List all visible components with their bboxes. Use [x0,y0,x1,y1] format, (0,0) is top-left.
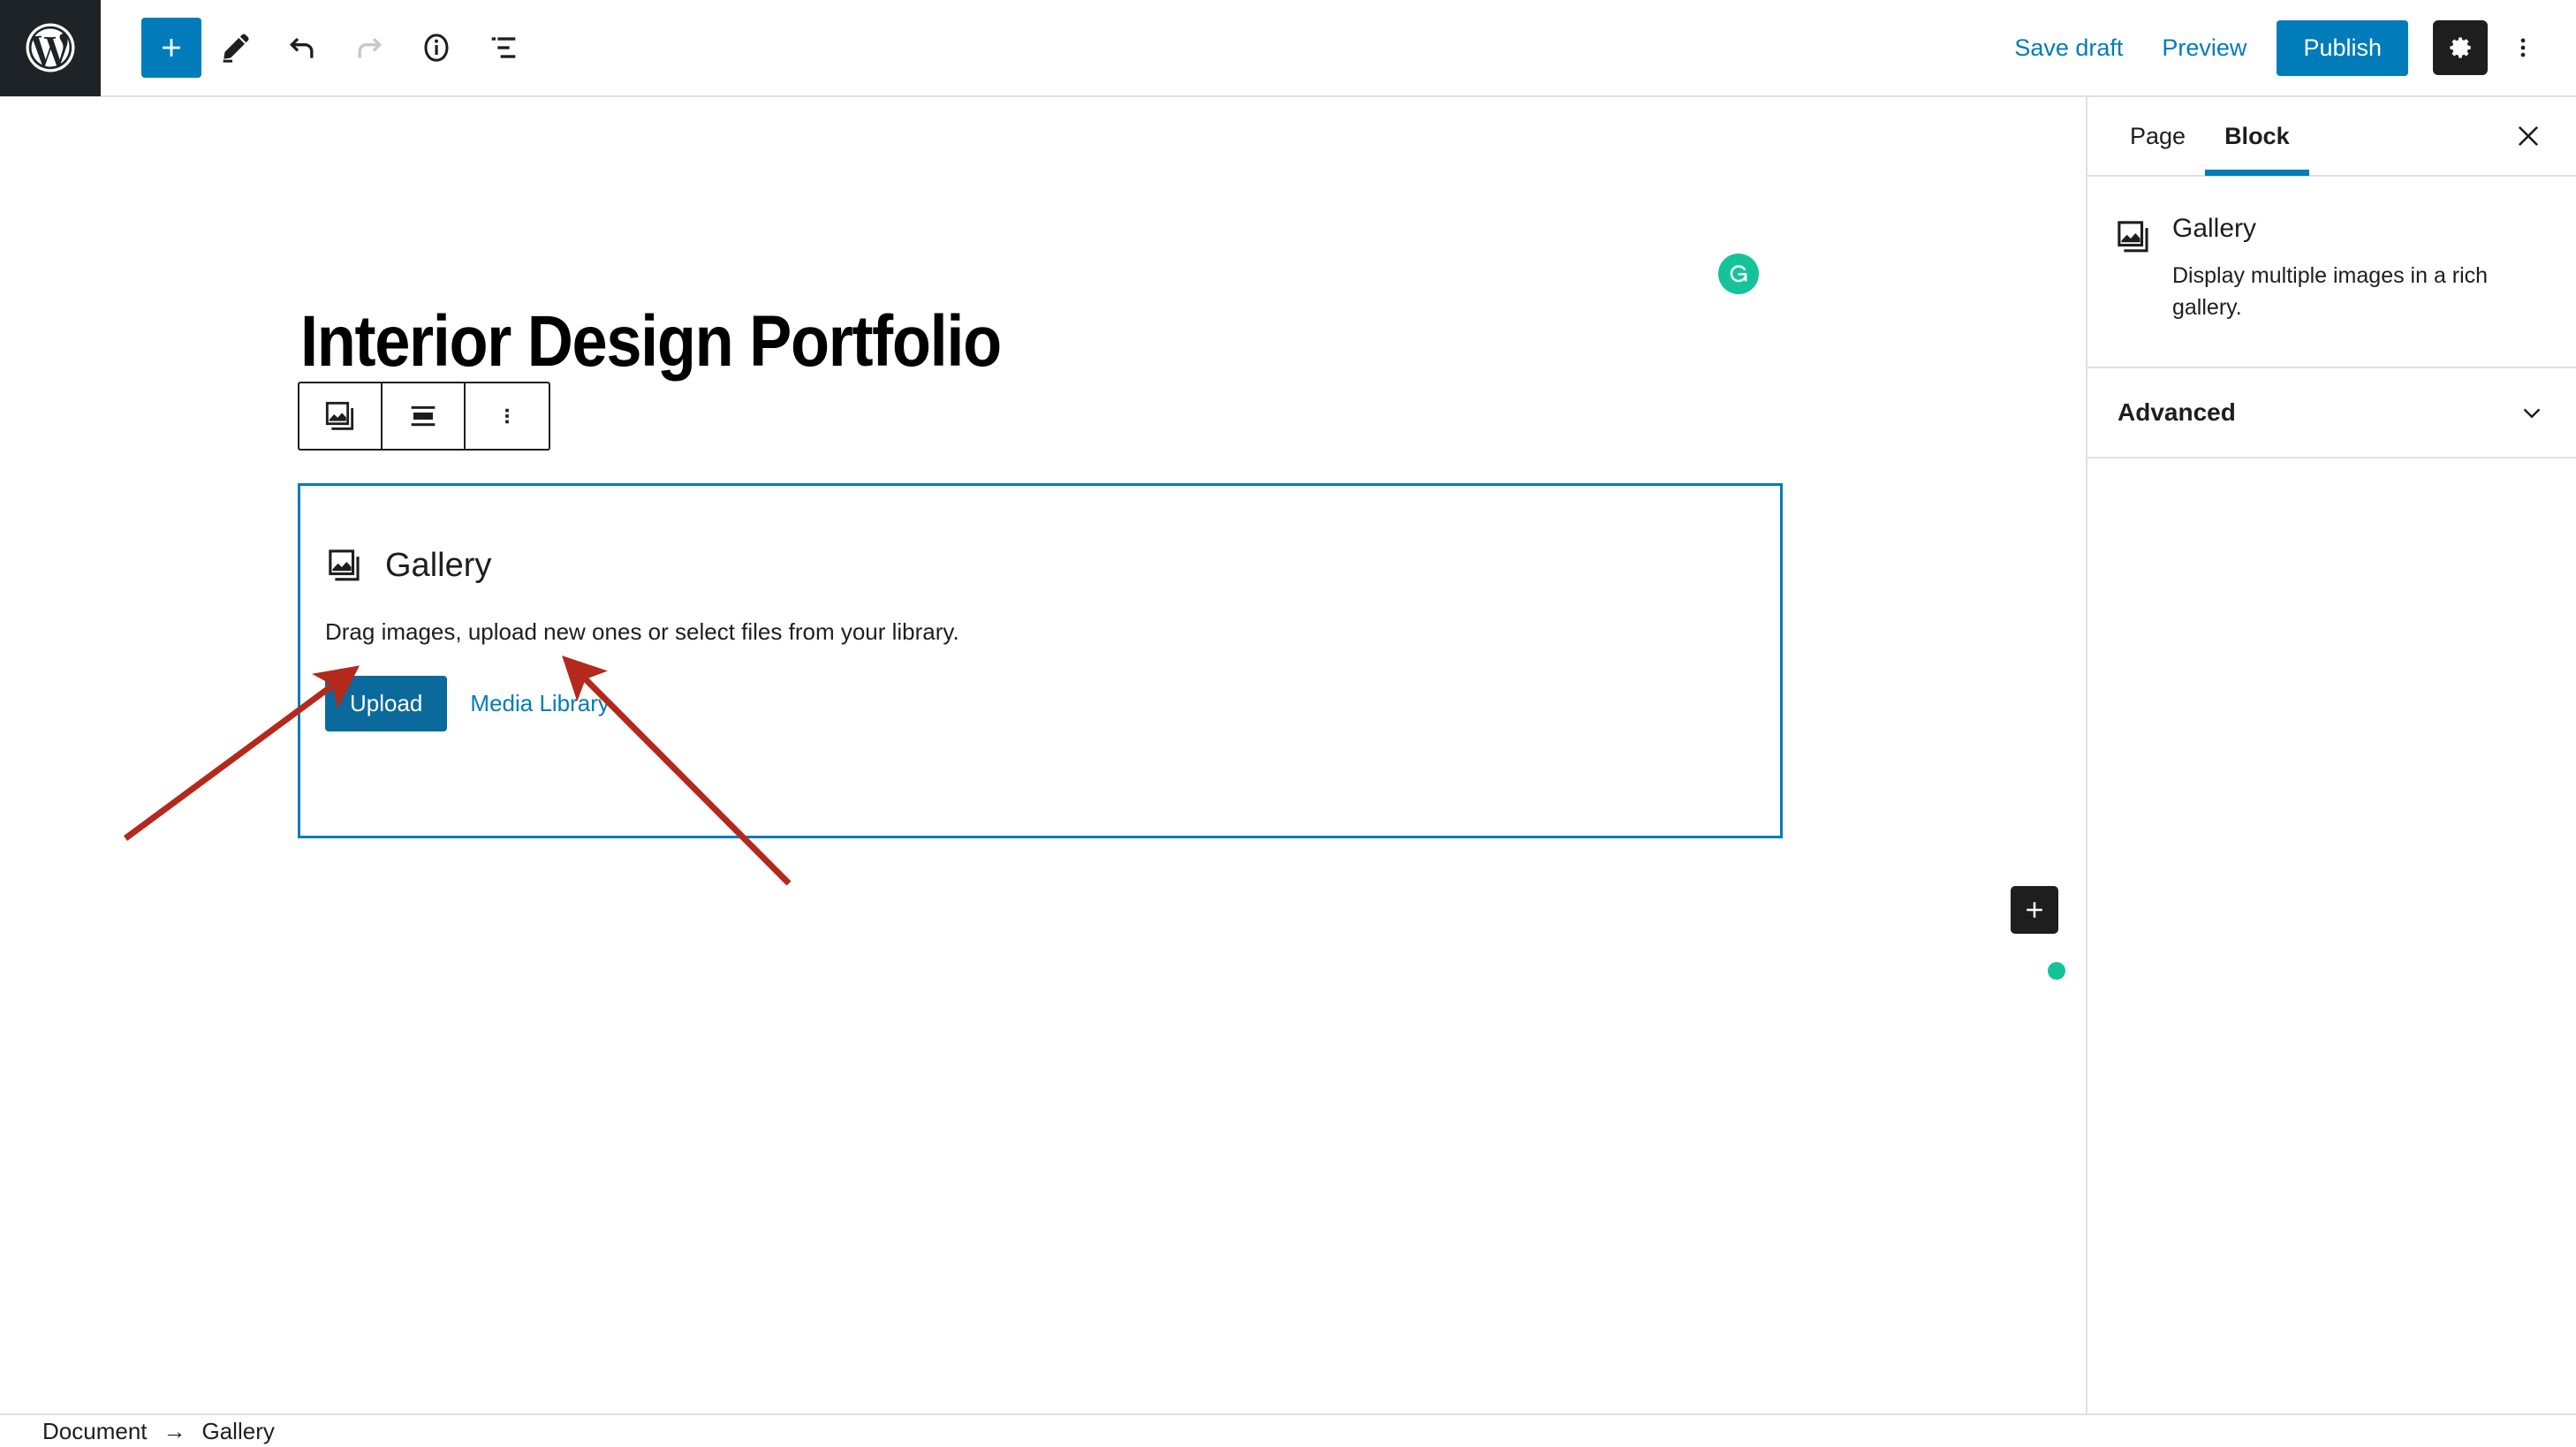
save-draft-button[interactable]: Save draft [1995,22,2142,74]
editor-header: Save draft Preview Publish [0,0,2576,97]
close-sidebar-button[interactable] [2504,111,2553,161]
gallery-placeholder-title: Gallery [385,546,492,584]
block-info-title: Gallery [2172,214,2257,243]
breadcrumb-separator: → [163,1417,186,1444]
header-left-tools [101,14,537,81]
list-view-button[interactable] [470,14,537,81]
publish-button[interactable]: Publish [2277,19,2408,76]
wordpress-logo-icon [26,23,75,72]
block-info-description: Display multiple images in a rich galler… [2172,263,2489,321]
details-button[interactable] [403,14,470,81]
gallery-placeholder-actions: Upload Media Library [325,676,1780,731]
redo-button[interactable] [336,14,403,81]
list-view-icon [491,37,516,58]
block-info-card: Gallery Display multiple images in a ric… [2087,177,2576,368]
gallery-placeholder-block[interactable]: Gallery Drag images, upload new ones or … [298,483,1783,838]
gallery-icon [325,401,354,430]
more-options-button[interactable] [2496,20,2549,75]
sidebar-tabs: Page Block [2087,97,2576,177]
settings-sidebar: Page Block Gallery Display multiple imag… [2086,97,2576,1413]
settings-button[interactable] [2433,20,2488,75]
gallery-placeholder-header: Gallery [325,546,1780,585]
pencil-icon [223,34,249,63]
gallery-placeholder-description: Drag images, upload new ones or select f… [325,618,959,645]
grammarly-g-icon[interactable] [1718,254,1759,294]
gallery-icon [2114,214,2153,324]
panel-advanced[interactable]: Advanced [2087,368,2576,458]
undo-icon [290,37,314,58]
grammarly-status-dot [2048,962,2065,980]
upload-button[interactable]: Upload [325,676,448,731]
add-block-button[interactable] [141,18,201,78]
block-inserter-rail-button[interactable] [2011,886,2058,934]
breadcrumb-document[interactable]: Document [42,1418,148,1445]
tab-page[interactable]: Page [2110,96,2205,176]
tab-block[interactable]: Block [2205,96,2309,176]
gallery-glyph-icon [2118,221,2148,253]
close-icon [2518,125,2539,147]
gear-icon [2450,37,2471,58]
block-options-button[interactable] [466,383,549,449]
gallery-icon [329,549,360,581]
undo-button[interactable] [269,14,336,81]
preview-button[interactable]: Preview [2142,22,2266,74]
block-toolbar [298,382,550,451]
edit-tool-button[interactable] [201,14,269,81]
chevron-down-icon [2523,407,2541,419]
align-icon [411,405,436,427]
block-info-text: Gallery Display multiple images in a ric… [2172,214,2508,324]
page-title[interactable]: Interior Design Portfolio [300,300,1002,383]
media-library-button[interactable]: Media Library [447,676,633,731]
kebab-menu-icon [505,408,509,424]
kebab-menu-icon [2520,38,2526,57]
editor-canvas[interactable]: Interior Design Portfolio Gallery Drag i… [0,97,2086,1413]
redo-icon [358,37,382,58]
grammarly-glyph-icon [1730,265,1747,283]
block-type-gallery-button[interactable] [299,383,383,449]
plus-icon [163,39,180,57]
breadcrumb-gallery[interactable]: Gallery [202,1418,275,1445]
plus-icon [2027,902,2042,918]
wordpress-block-editor: Save draft Preview Publish Interior Desi… [0,0,2576,1447]
panel-advanced-label: Advanced [2118,398,2236,426]
breadcrumb: Document → Gallery [0,1413,2576,1447]
wordpress-logo-button[interactable] [0,0,101,96]
info-icon [424,34,449,62]
change-alignment-button[interactable] [383,383,466,449]
header-right-actions: Save draft Preview Publish [1995,19,2576,76]
